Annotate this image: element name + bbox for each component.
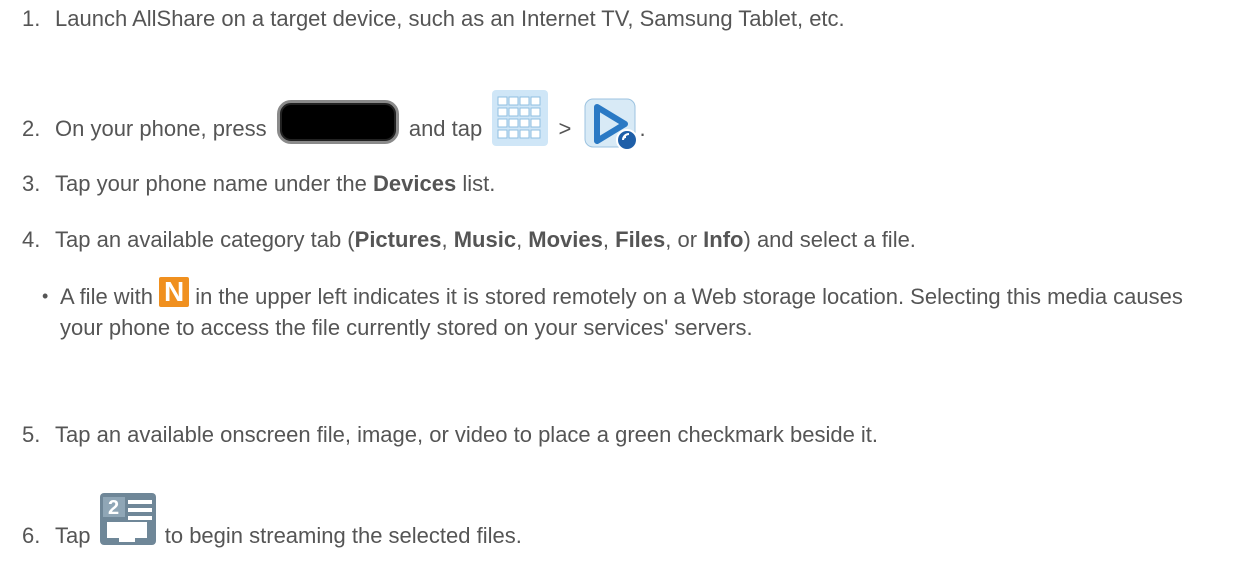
step-3: 3. Tap your phone name under the Devices … <box>22 169 495 198</box>
step-number: 1. <box>22 6 41 31</box>
step-text: > <box>558 115 572 141</box>
note-bullet: • A file with N in the upper left indica… <box>42 277 1212 342</box>
step-text: . <box>639 115 646 141</box>
step-number: 3. <box>22 171 41 196</box>
step-text: Launch AllShare on a target device, such… <box>55 6 845 31</box>
allshare-play-icon <box>583 97 639 151</box>
step-text: , <box>441 227 454 252</box>
step-1: 1. Launch AllShare on a target device, su… <box>22 4 845 33</box>
step-text: Tap <box>55 522 91 548</box>
step-number: 6. <box>22 522 41 548</box>
apps-grid-icon <box>492 90 549 146</box>
step-number: 2. <box>22 115 41 141</box>
bullet-text: in the upper left indicates it is stored… <box>60 284 1183 341</box>
step-text: ) and select a file. <box>743 227 916 252</box>
step-text: Tap your phone name under the <box>55 171 374 196</box>
step-text: , <box>516 227 529 252</box>
n-badge-icon: N <box>159 277 190 308</box>
ui-term: Music <box>453 227 517 252</box>
bullet-dot: • <box>42 286 49 306</box>
step-number: 5. <box>22 422 41 447</box>
ui-term: Info <box>703 227 744 252</box>
step-2: 2. On your phone, press and tap > . <box>22 90 646 158</box>
step-4: 4. Tap an available category tab (Picture… <box>22 225 916 254</box>
step-5: 5. Tap an available onscreen file, image,… <box>22 420 878 449</box>
step-text: Tap an available category tab ( <box>55 227 355 252</box>
ui-term: Pictures <box>354 227 442 252</box>
step-text: , or <box>665 227 704 252</box>
step-text: , <box>602 227 616 252</box>
ui-term: Movies <box>528 227 603 252</box>
step-text: Tap an available onscreen file, image, o… <box>55 422 879 447</box>
ui-term: Devices <box>373 171 457 196</box>
bullet-text: A file with <box>60 284 153 309</box>
step-text: list. <box>456 171 496 196</box>
share-icon-number: 2 <box>108 497 119 519</box>
step-text: On your phone, press <box>55 115 267 141</box>
ui-term: Files <box>615 227 666 252</box>
step-number: 4. <box>22 227 41 252</box>
step-text: to begin streaming the selected files. <box>164 522 522 548</box>
step-6: 6. Tap 2 to begin streaming the selected … <box>22 493 522 564</box>
share-devices-icon: 2 <box>99 492 157 546</box>
step-text: and tap <box>408 115 483 141</box>
instruction-document: 1. Launch AllShare on a target device, su… <box>0 0 1238 548</box>
home-key-icon <box>276 100 399 144</box>
